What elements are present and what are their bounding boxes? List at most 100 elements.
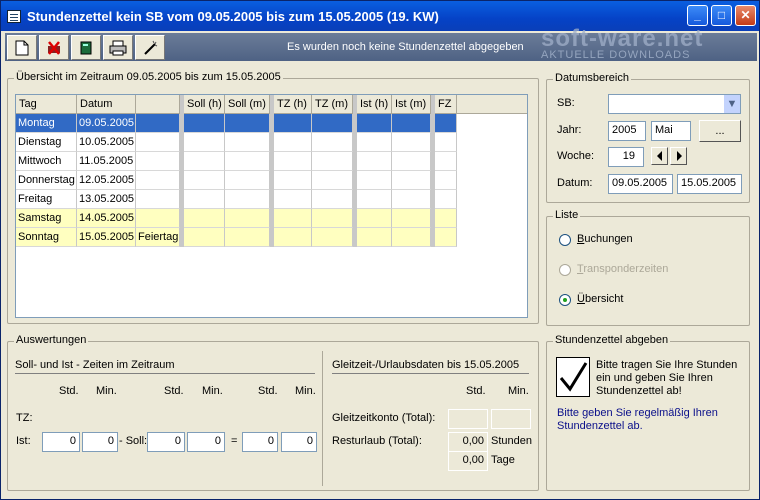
cell-fz[interactable] <box>435 190 457 209</box>
cell-tz-h[interactable] <box>274 228 312 247</box>
next-week-button[interactable] <box>670 147 687 165</box>
datum-von-field[interactable]: 09.05.2005 <box>608 174 673 194</box>
cell-tag[interactable]: Montag <box>16 114 77 133</box>
cell-soll-h[interactable] <box>184 209 225 228</box>
cell-tz-h[interactable] <box>274 114 312 133</box>
cell-tz-m[interactable] <box>312 114 353 133</box>
cell-note[interactable] <box>136 152 180 171</box>
cell-tag[interactable]: Donnerstag <box>16 171 77 190</box>
cell-soll-m[interactable] <box>225 171 270 190</box>
cell-datum[interactable]: 09.05.2005 <box>77 114 136 133</box>
radio-buchungen[interactable] <box>559 234 571 246</box>
col-header-ist-h[interactable]: Ist (h) <box>357 95 392 114</box>
cell-soll-m[interactable] <box>225 190 270 209</box>
cell-tz-h[interactable] <box>274 171 312 190</box>
cell-note[interactable] <box>136 209 180 228</box>
cell-datum[interactable]: 15.05.2005 <box>77 228 136 247</box>
cell-note[interactable] <box>136 114 180 133</box>
radio-uebersicht-label[interactable]: Übersicht <box>577 293 623 305</box>
cell-note[interactable] <box>136 133 180 152</box>
cell-soll-h[interactable] <box>184 171 225 190</box>
cell-ist-h[interactable] <box>357 209 392 228</box>
woche-field[interactable]: 19 <box>608 147 644 167</box>
cell-soll-h[interactable] <box>184 133 225 152</box>
cell-ist-h[interactable] <box>357 190 392 209</box>
cell-datum[interactable]: 11.05.2005 <box>77 152 136 171</box>
cell-ist-h[interactable] <box>357 171 392 190</box>
col-header-fz[interactable]: FZ <box>435 95 457 114</box>
monat-field[interactable]: Mai <box>651 121 691 141</box>
delete-button[interactable] <box>39 35 69 60</box>
cell-fz[interactable] <box>435 114 457 133</box>
cell-fz[interactable] <box>435 228 457 247</box>
col-header-soll-h[interactable]: Soll (h) <box>184 95 225 114</box>
cell-tz-h[interactable] <box>274 190 312 209</box>
cell-datum[interactable]: 12.05.2005 <box>77 171 136 190</box>
radio-buchungen-label[interactable]: Buchungen <box>577 233 633 245</box>
maximize-button[interactable]: □ <box>711 5 732 26</box>
cell-ist-m[interactable] <box>392 209 431 228</box>
col-header-tag[interactable]: Tag <box>16 95 77 114</box>
cell-soll-m[interactable] <box>225 209 270 228</box>
cell-ist-h[interactable] <box>357 114 392 133</box>
col-header-note[interactable] <box>136 95 180 114</box>
cell-tz-h[interactable] <box>274 133 312 152</box>
cell-tz-m[interactable] <box>312 133 353 152</box>
cell-ist-m[interactable] <box>392 152 431 171</box>
col-header-tz-h[interactable]: TZ (h) <box>274 95 312 114</box>
cell-ist-h[interactable] <box>357 133 392 152</box>
cell-note[interactable] <box>136 171 180 190</box>
col-header-soll-m[interactable]: Soll (m) <box>225 95 270 114</box>
radio-uebersicht[interactable] <box>559 294 571 306</box>
cell-ist-m[interactable] <box>392 171 431 190</box>
cell-datum[interactable]: 10.05.2005 <box>77 133 136 152</box>
cell-ist-h[interactable] <box>357 228 392 247</box>
cell-soll-h[interactable] <box>184 228 225 247</box>
cell-tz-m[interactable] <box>312 152 353 171</box>
submit-checkbox[interactable] <box>556 357 590 397</box>
cell-ist-m[interactable] <box>392 133 431 152</box>
close-button[interactable]: ✕ <box>735 5 756 26</box>
cell-tz-h[interactable] <box>274 209 312 228</box>
cell-tag[interactable]: Dienstag <box>16 133 77 152</box>
cell-soll-m[interactable] <box>225 114 270 133</box>
cell-tz-m[interactable] <box>312 171 353 190</box>
jahr-field[interactable]: 2005 <box>608 121 646 141</box>
cell-fz[interactable] <box>435 209 457 228</box>
print-button[interactable] <box>103 35 133 60</box>
cell-soll-m[interactable] <box>225 152 270 171</box>
chevron-down-icon[interactable]: ▼ <box>724 95 740 113</box>
cell-tz-m[interactable] <box>312 209 353 228</box>
cell-ist-h[interactable] <box>357 152 392 171</box>
cell-soll-h[interactable] <box>184 190 225 209</box>
cell-tag[interactable]: Samstag <box>16 209 77 228</box>
cell-tag[interactable]: Mittwoch <box>16 152 77 171</box>
cell-fz[interactable] <box>435 133 457 152</box>
prev-week-button[interactable] <box>651 147 668 165</box>
cell-tz-h[interactable] <box>274 152 312 171</box>
month-picker-button[interactable]: ... <box>699 120 741 142</box>
cell-tag[interactable]: Sonntag <box>16 228 77 247</box>
cell-datum[interactable]: 14.05.2005 <box>77 209 136 228</box>
cell-ist-m[interactable] <box>392 114 431 133</box>
cell-datum[interactable]: 13.05.2005 <box>77 190 136 209</box>
cell-ist-m[interactable] <box>392 228 431 247</box>
wand-button[interactable] <box>135 35 165 60</box>
col-header-tz-m[interactable]: TZ (m) <box>312 95 353 114</box>
cell-ist-m[interactable] <box>392 190 431 209</box>
cell-note[interactable]: Feiertag <box>136 228 180 247</box>
cell-fz[interactable] <box>435 171 457 190</box>
overview-table[interactable]: Tag Datum Soll (h) Soll (m) TZ (h) TZ (m… <box>15 94 528 318</box>
cell-soll-h[interactable] <box>184 152 225 171</box>
cell-tz-m[interactable] <box>312 228 353 247</box>
col-header-datum[interactable]: Datum <box>77 95 136 114</box>
cell-tz-m[interactable] <box>312 190 353 209</box>
cell-tag[interactable]: Freitag <box>16 190 77 209</box>
datum-bis-field[interactable]: 15.05.2005 <box>677 174 742 194</box>
book-button[interactable] <box>71 35 101 60</box>
col-header-ist-m[interactable]: Ist (m) <box>392 95 431 114</box>
cell-soll-m[interactable] <box>225 228 270 247</box>
cell-soll-m[interactable] <box>225 133 270 152</box>
new-button[interactable] <box>7 35 37 60</box>
cell-note[interactable] <box>136 190 180 209</box>
